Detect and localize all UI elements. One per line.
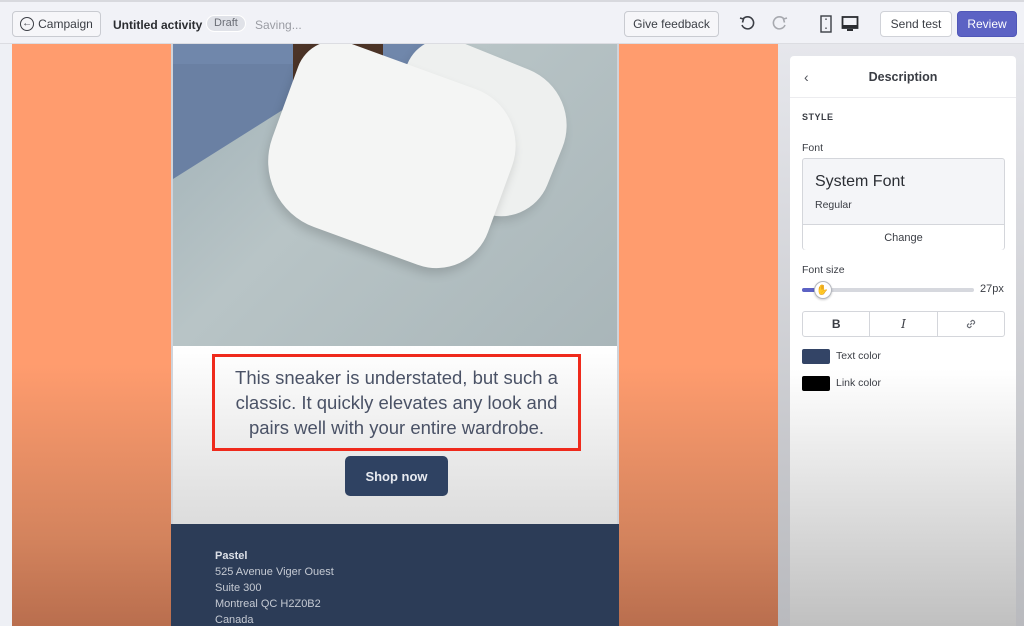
font-picker: System Font Regular Change <box>802 158 1005 250</box>
link-icon <box>966 319 975 329</box>
redo-button[interactable] <box>770 14 790 34</box>
desktop-view-icon <box>841 16 859 31</box>
font-size-label: Font size <box>802 264 845 276</box>
hero-image[interactable] <box>171 44 619 346</box>
email-footer[interactable]: Pastel 525 Avenue Viger Ouest Suite 300 … <box>171 524 619 626</box>
font-size-slider[interactable]: ✋ <box>802 281 974 299</box>
properties-panel: ‹ Description STYLE Font System Font Reg… <box>790 56 1016 626</box>
font-weight: Regular <box>815 199 852 211</box>
slider-thumb[interactable]: ✋ <box>813 281 832 299</box>
activity-title[interactable]: Untitled activity <box>113 18 202 32</box>
status-badge: Draft <box>206 15 246 32</box>
section-heading: STYLE <box>802 112 834 122</box>
product-content-block: This sneaker is understated, but such a … <box>171 346 619 524</box>
give-feedback-button[interactable]: Give feedback <box>624 11 719 37</box>
footer-address-line: Suite 300 <box>215 582 262 594</box>
footer-address-line: 525 Avenue Viger Ouest <box>215 566 334 578</box>
shop-now-button[interactable]: Shop now <box>345 456 448 496</box>
email-canvas: This sneaker is understated, but such a … <box>12 44 778 626</box>
mobile-view-icon <box>820 15 832 33</box>
panel-header: ‹ Description <box>790 56 1016 98</box>
send-test-button[interactable]: Send test <box>880 11 952 37</box>
panel-title: Description <box>868 70 938 84</box>
text-color-swatch[interactable] <box>802 349 830 364</box>
font-label: Font <box>802 142 824 154</box>
redo-icon <box>772 16 788 30</box>
italic-button[interactable]: I <box>870 312 938 336</box>
saving-status: Saving... <box>255 18 302 32</box>
change-font-button[interactable]: Change <box>803 224 1004 250</box>
hand-cursor-icon: ✋ <box>816 284 829 296</box>
link-button[interactable] <box>938 312 1004 336</box>
footer-company-name: Pastel <box>215 550 248 562</box>
link-color-label: Link color <box>836 377 881 389</box>
bold-button[interactable]: B <box>803 312 871 336</box>
font-name: System Font <box>815 173 905 190</box>
format-button-group: B I <box>802 311 1005 337</box>
top-bar: ← Campaign Untitled activity Draft Savin… <box>0 0 1024 47</box>
link-color-swatch[interactable] <box>802 376 830 391</box>
footer-address-line: Canada <box>215 614 254 626</box>
undo-button[interactable] <box>737 14 757 34</box>
arrow-left-circle-icon: ← <box>20 17 35 31</box>
email-preview: This sneaker is understated, but such a … <box>171 44 619 626</box>
font-size-value: 27px <box>980 283 1004 295</box>
description-text-block[interactable]: This sneaker is understated, but such a … <box>212 354 581 451</box>
undo-icon <box>739 16 755 30</box>
review-button[interactable]: Review <box>957 11 1017 37</box>
desktop-view-button[interactable] <box>840 14 860 34</box>
footer-address-line: Montreal QC H2Z0B2 <box>215 598 321 610</box>
text-color-label: Text color <box>836 350 881 362</box>
back-label: Campaign <box>38 17 93 31</box>
mobile-view-button[interactable] <box>816 14 836 34</box>
back-to-campaign-button[interactable]: ← Campaign <box>12 11 101 37</box>
